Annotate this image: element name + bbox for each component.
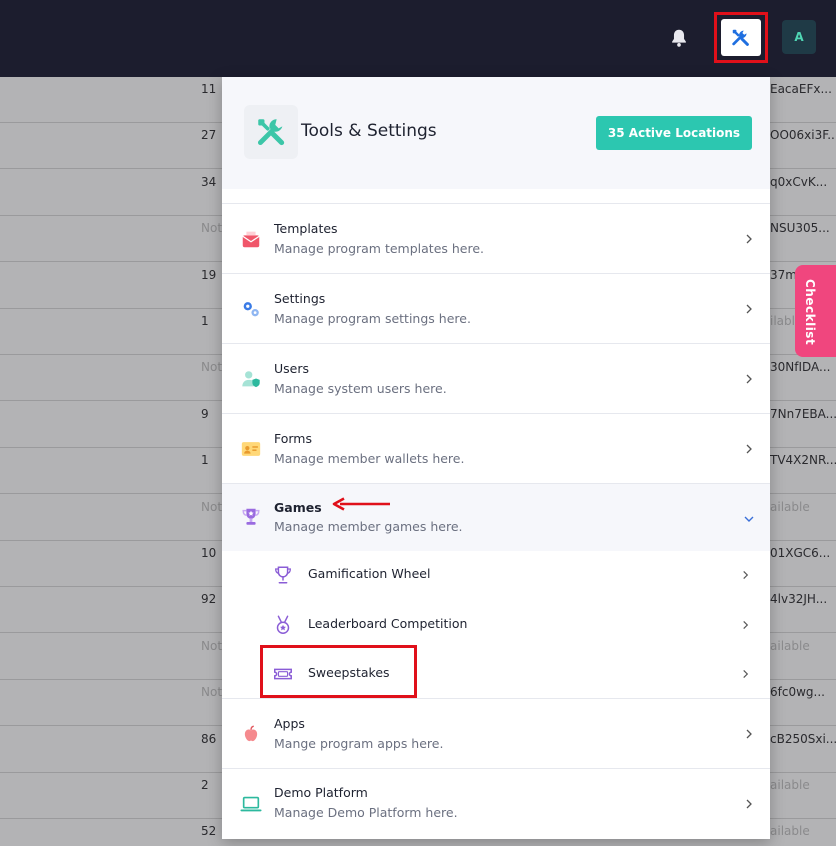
dropdown-title: Tools & Settings [301, 121, 437, 141]
table-cell-right: TV4X2NR... [770, 453, 836, 468]
menu-item-title: Users [274, 361, 310, 376]
table-cell-right: OO06xi3F... [770, 128, 836, 143]
menu-item-desc: Manage system users here. [274, 381, 447, 396]
menu-item-desc: Manage member wallets here. [274, 451, 465, 466]
table-cell-left: 52 [201, 824, 217, 839]
menu-item-title: Apps [274, 716, 305, 731]
table-cell-right: ailable [770, 778, 810, 792]
bell-icon[interactable] [668, 27, 690, 49]
laptop-icon [240, 793, 262, 815]
table-cell-right: EacaEFx... [770, 82, 832, 96]
dropdown-header: Tools & Settings 35 Active Locations [222, 77, 770, 189]
menu-item-title: Demo Platform [274, 785, 368, 800]
annotation-arrow-icon [332, 497, 390, 511]
menu-item-games[interactable]: Games Manage member games here. [222, 483, 770, 551]
medal-icon [272, 614, 294, 636]
checklist-label: Checklist [803, 279, 817, 346]
tools-icon [732, 29, 749, 46]
table-cell-left: Not [201, 638, 223, 653]
chevron-right-icon [743, 669, 749, 679]
table-cell-left: 9 [201, 406, 209, 421]
trophy-icon [240, 506, 262, 528]
table-cell-left: Not [201, 360, 223, 375]
table-cell-left: 19 [201, 267, 217, 282]
menu-item-title: Settings [274, 291, 326, 306]
chevron-right-icon [743, 570, 749, 580]
menu-item-title: Templates [274, 221, 338, 236]
chevron-right-icon [746, 304, 752, 314]
table-cell-right: NSU305... [770, 221, 830, 236]
menu-item-settings[interactable]: Settings Manage program settings here. [222, 273, 770, 343]
table-cell-right: 7Nn7EBA... [770, 406, 836, 421]
tools-settings-button[interactable] [714, 12, 768, 63]
chevron-right-icon [746, 374, 752, 384]
table-cell-left: Not [201, 499, 223, 514]
envelope-icon [240, 228, 262, 250]
table-cell-right: cB250Sxi... [770, 731, 836, 746]
menu-item-title: Games [274, 500, 322, 515]
table-cell-right: 4lv32JH... [770, 592, 828, 607]
table-cell-right: q0xCvK... [770, 174, 828, 189]
menu-item-templates[interactable]: Templates Manage program templates here. [222, 203, 770, 273]
active-locations-button[interactable]: 35 Active Locations [596, 116, 752, 150]
table-cell-right: ailable [770, 638, 810, 653]
chevron-right-icon [746, 729, 752, 739]
table-cell-left: 27 [201, 128, 217, 143]
submenu-label: Leaderboard Competition [308, 616, 468, 631]
table-cell-right: 6fc0wg... [770, 685, 825, 700]
chevron-right-icon [746, 444, 752, 454]
table-cell-right: ailable [770, 824, 810, 839]
chevron-down-icon [744, 516, 754, 522]
table-cell-left: 11 [201, 82, 217, 96]
menu-item-desc: Manage program settings here. [274, 311, 471, 326]
table-cell-left: 1 [201, 453, 209, 468]
menu-item-desc: Manage program templates here. [274, 241, 485, 256]
table-cell-right: 37m [770, 267, 797, 282]
table-cell-right: 01XGC6... [770, 546, 831, 560]
table-cell-left: Not [201, 221, 223, 236]
gears-icon [240, 298, 262, 320]
tools-settings-icon [244, 105, 298, 159]
menu-item-users[interactable]: Users Manage system users here. [222, 343, 770, 413]
chevron-right-icon [746, 234, 752, 244]
tools-settings-dropdown: Tools & Settings 35 Active Locations Tem… [222, 77, 770, 839]
table-cell-left: 10 [201, 546, 217, 560]
menu-item-demo-platform[interactable]: Demo Platform Manage Demo Platform here. [222, 768, 770, 839]
menu-item-forms[interactable]: Forms Manage member wallets here. [222, 413, 770, 483]
checklist-tab[interactable]: Checklist [795, 265, 836, 357]
chevron-right-icon [746, 799, 752, 809]
menu-item-apps[interactable]: Apps Mange program apps here. [222, 698, 770, 768]
menu-item-desc: Manage Demo Platform here. [274, 805, 458, 820]
table-cell-right: 30NfIDA... [770, 360, 831, 375]
id-card-icon [240, 438, 262, 460]
apple-icon [240, 723, 262, 745]
submenu-label: Gamification Wheel [308, 566, 431, 581]
user-shield-icon [240, 368, 262, 390]
table-cell-left: 92 [201, 592, 217, 607]
chevron-right-icon [743, 620, 749, 630]
table-cell-right: ailable [770, 499, 810, 514]
submenu-leaderboard-competition[interactable]: Leaderboard Competition [222, 600, 770, 650]
menu-item-desc: Mange program apps here. [274, 736, 444, 751]
trophy-outline-icon [272, 564, 294, 586]
menu-item-title: Forms [274, 431, 313, 446]
submenu-gamification-wheel[interactable]: Gamification Wheel [222, 550, 770, 600]
table-cell-left: 34 [201, 174, 217, 189]
table-cell-left: 1 [201, 314, 209, 328]
top-navbar: A [0, 0, 836, 77]
table-cell-left: 2 [201, 778, 209, 792]
table-cell-left: Not [201, 685, 223, 700]
menu-item-desc: Manage member games here. [274, 519, 463, 534]
user-avatar[interactable]: A [782, 20, 816, 54]
table-cell-left: 86 [201, 731, 217, 746]
sweepstakes-highlight-box [260, 645, 417, 698]
